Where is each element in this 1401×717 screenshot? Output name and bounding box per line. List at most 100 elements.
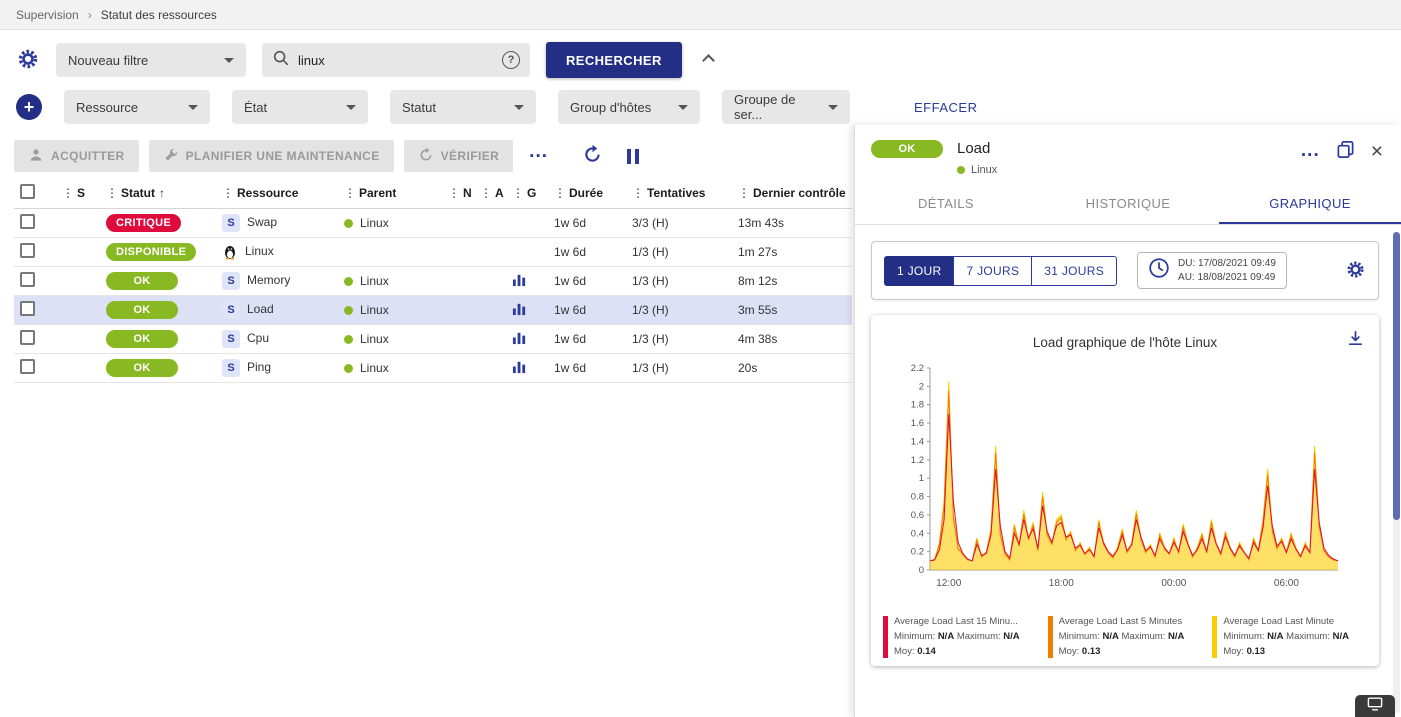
drag-handle-icon[interactable]: ⋮ [344, 186, 356, 200]
range-31-days-button[interactable]: 31 JOURS [1031, 256, 1117, 286]
legend-minmax: Minimum: N/A Maximum: N/A [894, 631, 1020, 644]
column-header-a[interactable]: ⋮A [474, 178, 506, 209]
help-icon[interactable]: ? [502, 51, 520, 69]
column-header-g[interactable]: ⋮G [506, 178, 548, 209]
graph-icon[interactable] [512, 330, 527, 345]
resource-name[interactable]: Ping [247, 360, 271, 374]
panel-more-actions-button[interactable]: ... [1301, 140, 1320, 162]
range-7-days-button[interactable]: 7 JOURS [953, 256, 1032, 286]
saved-filter-select[interactable]: Nouveau filtre [56, 43, 246, 77]
resource-name[interactable]: Load [247, 302, 274, 316]
add-criteria-button[interactable]: + [16, 94, 42, 120]
drag-handle-icon[interactable]: ⋮ [448, 186, 460, 200]
scrollbar-thumb[interactable] [1393, 232, 1400, 520]
legend-color-bar [883, 616, 888, 658]
resources-toolbar: ACQUITTER PLANIFIER UNE MAINTENANCE VÉRI… [14, 134, 856, 178]
export-chart-button[interactable] [1346, 329, 1365, 351]
drag-handle-icon[interactable]: ⋮ [512, 186, 524, 200]
sort-asc-icon[interactable]: ↑ [159, 186, 165, 200]
table-row[interactable]: OKSLoadLinux1w 6d1/3 (H)3m 55s [14, 296, 852, 325]
resource-name[interactable]: Cpu [247, 331, 269, 345]
drag-handle-icon[interactable]: ⋮ [62, 186, 74, 200]
column-header-n[interactable]: ⋮N [442, 178, 474, 209]
criteria-select-groupe-services[interactable]: Groupe de ser... [722, 90, 850, 124]
row-checkbox[interactable] [20, 243, 35, 258]
resource-table-body: CRITIQUESSwapLinux1w 6d3/3 (H)13m 43sDIS… [14, 209, 852, 383]
tab-graphique[interactable]: GRAPHIQUE [1219, 184, 1401, 224]
legend-item[interactable]: Average Load Last MinuteMinimum: N/A Max… [1212, 616, 1367, 658]
criteria-select-groupe-hotes[interactable]: Group d'hôtes [558, 90, 700, 124]
drag-handle-icon[interactable]: ⋮ [632, 186, 644, 200]
range-1-day-button[interactable]: 1 JOUR [884, 256, 954, 286]
row-checkbox[interactable] [20, 359, 35, 374]
custom-period-picker[interactable]: DU: 17/08/2021 09:49 AU: 18/08/2021 09:4… [1137, 252, 1287, 289]
tries-cell: 1/3 (H) [626, 354, 732, 383]
chevron-down-icon [828, 105, 838, 110]
status-badge: OK [106, 359, 178, 377]
screen-share-button[interactable] [1355, 695, 1395, 717]
column-header-severity[interactable]: ⋮S [56, 178, 100, 209]
copy-link-button[interactable] [1336, 140, 1355, 162]
copy-icon [1336, 140, 1355, 162]
table-row[interactable]: DISPONIBLELinux1w 6d1/3 (H)1m 27s [14, 238, 852, 267]
row-checkbox[interactable] [20, 272, 35, 287]
close-panel-button[interactable]: × [1371, 141, 1383, 162]
panel-scrollbar[interactable] [1393, 232, 1400, 713]
collapse-filters-icon[interactable] [702, 54, 715, 67]
host-status-dot [344, 219, 353, 228]
chevron-down-icon [346, 105, 356, 110]
search-button[interactable]: RECHERCHER [546, 42, 682, 78]
column-header-tentatives[interactable]: ⋮Tentatives [626, 178, 732, 209]
duration-cell: 1w 6d [548, 325, 626, 354]
pause-refresh-button[interactable] [627, 149, 639, 164]
criteria-select-ressource[interactable]: Ressource [64, 90, 210, 124]
criteria-select-etat[interactable]: État [232, 90, 368, 124]
breadcrumb-item-supervision[interactable]: Supervision [16, 8, 79, 22]
row-checkbox[interactable] [20, 330, 35, 345]
column-header-statut[interactable]: ⋮Statut↑ [100, 178, 216, 209]
plan-maintenance-button[interactable]: PLANIFIER UNE MAINTENANCE [149, 140, 394, 172]
clear-filters-button[interactable]: EFFACER [914, 100, 977, 115]
tab-details[interactable]: DÉTAILS [855, 184, 1037, 224]
resource-name[interactable]: Linux [245, 244, 274, 258]
status-badge: CRITIQUE [106, 214, 181, 232]
column-header-parent[interactable]: ⋮Parent [338, 178, 442, 209]
drag-handle-icon[interactable]: ⋮ [738, 186, 750, 200]
gear-icon [16, 47, 40, 74]
drag-handle-icon[interactable]: ⋮ [222, 186, 234, 200]
drag-handle-icon[interactable]: ⋮ [554, 186, 566, 200]
more-actions-button[interactable]: ... [529, 141, 548, 163]
svg-text:0.4: 0.4 [911, 528, 924, 539]
select-all-checkbox[interactable] [20, 184, 35, 199]
maintenance-wrench-icon [163, 147, 179, 166]
legend-item[interactable]: Average Load Last 5 MinutesMinimum: N/A … [1048, 616, 1203, 658]
chevron-down-icon [678, 105, 688, 110]
table-row[interactable]: OKSPingLinux1w 6d1/3 (H)20s [14, 354, 852, 383]
row-checkbox[interactable] [20, 301, 35, 316]
criteria-select-statut[interactable]: Statut [390, 90, 536, 124]
check-button[interactable]: VÉRIFIER [404, 140, 514, 172]
table-row[interactable]: OKSMemoryLinux1w 6d1/3 (H)8m 12s [14, 267, 852, 296]
panel-status-badge: OK [871, 140, 943, 158]
graph-icon[interactable] [512, 301, 527, 316]
table-row[interactable]: OKSCpuLinux1w 6d1/3 (H)4m 38s [14, 325, 852, 354]
graph-icon[interactable] [512, 272, 527, 287]
drag-handle-icon[interactable]: ⋮ [106, 186, 118, 200]
refresh-button[interactable] [582, 144, 603, 168]
graph-settings-button[interactable] [1345, 259, 1366, 283]
acknowledge-button[interactable]: ACQUITTER [14, 140, 139, 172]
filter-settings-button[interactable] [16, 47, 40, 74]
resource-name[interactable]: Swap [247, 215, 277, 229]
drag-handle-icon[interactable]: ⋮ [480, 186, 492, 200]
column-header-duree[interactable]: ⋮Durée [548, 178, 626, 209]
table-row[interactable]: CRITIQUESSwapLinux1w 6d3/3 (H)13m 43s [14, 209, 852, 238]
resource-name[interactable]: Memory [247, 273, 290, 287]
graph-icon[interactable] [512, 359, 527, 374]
status-badge: OK [106, 272, 178, 290]
tab-historique[interactable]: HISTORIQUE [1037, 184, 1219, 224]
column-header-ressource[interactable]: ⋮Ressource [216, 178, 338, 209]
search-input[interactable] [298, 53, 494, 68]
column-header-dernier-controle[interactable]: ⋮Dernier contrôle [732, 178, 852, 209]
row-checkbox[interactable] [20, 214, 35, 229]
legend-item[interactable]: Average Load Last 15 Minu...Minimum: N/A… [883, 616, 1038, 658]
